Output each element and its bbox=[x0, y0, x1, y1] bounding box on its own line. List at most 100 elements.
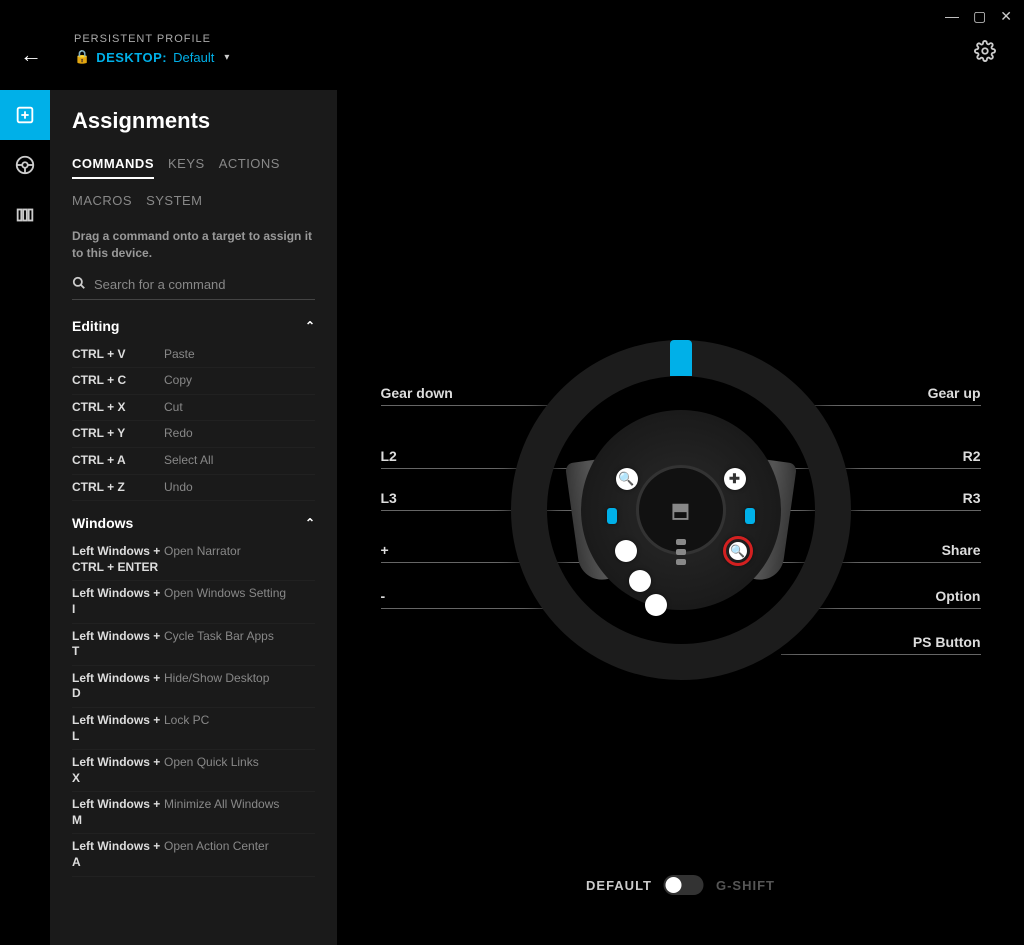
profile-selector[interactable]: 🔒 DESKTOP: Default ▾ bbox=[74, 49, 229, 65]
hotspot-left-zoom[interactable]: 🔍 bbox=[616, 468, 638, 490]
rail-wheel[interactable] bbox=[0, 140, 50, 190]
callout-option: Option bbox=[935, 588, 980, 604]
back-arrow-icon[interactable]: ← bbox=[20, 42, 42, 68]
instruction-text: Drag a command onto a target to assign i… bbox=[72, 228, 315, 262]
command-row[interactable]: CTRL + ASelect All bbox=[72, 448, 315, 475]
category-editing[interactable]: Editing ⌃ bbox=[72, 318, 315, 334]
center-buttons[interactable] bbox=[676, 539, 686, 565]
command-row[interactable]: CTRL + YRedo bbox=[72, 421, 315, 448]
chevron-down-icon: ▾ bbox=[224, 52, 229, 63]
command-key: CTRL + X bbox=[72, 400, 164, 416]
command-key: Left Windows + CTRL + ENTER bbox=[72, 544, 164, 575]
mode-toggle[interactable] bbox=[664, 875, 704, 895]
main-area: Gear downL2L3+- Gear upR2R3ShareOptionPS… bbox=[337, 90, 1024, 945]
command-label: Minimize All Windows bbox=[164, 797, 279, 813]
tab-system[interactable]: SYSTEM bbox=[146, 193, 202, 214]
chevron-up-icon: ⌃ bbox=[305, 319, 315, 333]
close-button[interactable]: ✕ bbox=[1000, 8, 1012, 25]
command-label: Open Narrator bbox=[164, 544, 241, 560]
command-row[interactable]: Left Windows + LLock PC bbox=[72, 708, 315, 750]
hotspot-l2[interactable] bbox=[607, 508, 617, 524]
hotspot-plus[interactable] bbox=[629, 570, 651, 592]
callout--: - bbox=[381, 588, 386, 604]
command-label: Paste bbox=[164, 347, 195, 363]
command-row[interactable]: CTRL + ZUndo bbox=[72, 475, 315, 502]
command-row[interactable]: Left Windows + CTRL + ENTEROpen Narrator bbox=[72, 539, 315, 581]
command-label: Cut bbox=[164, 400, 183, 416]
command-key: Left Windows + T bbox=[72, 629, 164, 660]
wheel-container: Gear downL2L3+- Gear upR2R3ShareOptionPS… bbox=[361, 290, 1001, 730]
profile-label: PERSISTENT PROFILE bbox=[74, 33, 229, 45]
window-controls: — ▢ ✕ bbox=[933, 0, 1024, 33]
search-row bbox=[72, 276, 315, 300]
callout-l3: L3 bbox=[381, 490, 397, 506]
left-icon-rail bbox=[0, 90, 50, 240]
settings-gear-icon[interactable] bbox=[974, 40, 996, 68]
command-row[interactable]: Left Windows + AOpen Action Center bbox=[72, 834, 315, 876]
command-row[interactable]: Left Windows + MMinimize All Windows bbox=[72, 792, 315, 834]
maximize-button[interactable]: ▢ bbox=[973, 8, 986, 25]
command-key: CTRL + V bbox=[72, 347, 164, 363]
profile-header: PERSISTENT PROFILE 🔒 DESKTOP: Default ▾ bbox=[74, 33, 229, 65]
category-windows-label: Windows bbox=[72, 515, 133, 531]
sidebar-title: Assignments bbox=[72, 108, 315, 134]
category-editing-label: Editing bbox=[72, 318, 119, 334]
tab-commands[interactable]: COMMANDS bbox=[72, 156, 154, 179]
command-key: Left Windows + X bbox=[72, 755, 164, 786]
sidebar: Assignments COMMANDS KEYS ACTIONS MACROS… bbox=[50, 90, 337, 945]
toggle-default-label: DEFAULT bbox=[586, 878, 652, 893]
tab-macros[interactable]: MACROS bbox=[72, 193, 132, 214]
hotspot-l3[interactable] bbox=[615, 540, 637, 562]
hotspot-right-dpad[interactable]: ✚ bbox=[724, 468, 746, 490]
rail-pedals[interactable] bbox=[0, 190, 50, 240]
command-label: Select All bbox=[164, 453, 213, 469]
command-row[interactable]: CTRL + CCopy bbox=[72, 368, 315, 395]
command-label: Undo bbox=[164, 480, 193, 496]
hotspot-r3-highlighted[interactable]: 🔍 bbox=[723, 536, 753, 566]
hotspot-r2[interactable] bbox=[745, 508, 755, 524]
command-key: CTRL + C bbox=[72, 373, 164, 389]
minimize-button[interactable]: — bbox=[945, 8, 959, 25]
command-label: Copy bbox=[164, 373, 192, 389]
callout-r2: R2 bbox=[963, 448, 981, 464]
command-key: Left Windows + A bbox=[72, 839, 164, 870]
command-row[interactable]: CTRL + VPaste bbox=[72, 342, 315, 369]
command-key: Left Windows + I bbox=[72, 586, 164, 617]
lock-icon: 🔒 bbox=[74, 49, 90, 65]
command-key: Left Windows + D bbox=[72, 671, 164, 702]
command-label: Open Quick Links bbox=[164, 755, 259, 771]
rail-assignments[interactable] bbox=[0, 90, 50, 140]
tab-actions[interactable]: ACTIONS bbox=[219, 156, 280, 179]
ps-logo-icon: ⬒ bbox=[671, 498, 690, 523]
editing-list: CTRL + VPasteCTRL + CCopyCTRL + XCutCTRL… bbox=[72, 342, 315, 502]
desktop-label: DESKTOP: bbox=[96, 50, 167, 65]
search-input[interactable] bbox=[94, 277, 315, 292]
command-label: Cycle Task Bar Apps bbox=[164, 629, 274, 645]
command-key: CTRL + Y bbox=[72, 426, 164, 442]
command-row[interactable]: Left Windows + TCycle Task Bar Apps bbox=[72, 624, 315, 666]
command-key: Left Windows + M bbox=[72, 797, 164, 828]
command-label: Open Action Center bbox=[164, 839, 269, 855]
command-row[interactable]: Left Windows + DHide/Show Desktop bbox=[72, 666, 315, 708]
command-row[interactable]: Left Windows + IOpen Windows Setting bbox=[72, 581, 315, 623]
command-key: Left Windows + L bbox=[72, 713, 164, 744]
command-label: Hide/Show Desktop bbox=[164, 671, 269, 687]
toggle-knob bbox=[666, 877, 682, 893]
mode-toggle-row: DEFAULT G-SHIFT bbox=[586, 875, 775, 895]
command-row[interactable]: Left Windows + XOpen Quick Links bbox=[72, 750, 315, 792]
tabs: COMMANDS KEYS ACTIONS MACROS SYSTEM bbox=[72, 156, 315, 214]
callout-gear-up: Gear up bbox=[928, 385, 981, 401]
toggle-gshift-label: G-SHIFT bbox=[716, 878, 775, 893]
steering-wheel: ⬒ 🔍 ✚ 🔍 bbox=[511, 340, 851, 680]
callout-gear-down: Gear down bbox=[381, 385, 453, 401]
chevron-up-icon: ⌃ bbox=[305, 516, 315, 530]
callout-share: Share bbox=[942, 542, 981, 558]
command-label: Lock PC bbox=[164, 713, 209, 729]
hotspot-minus[interactable] bbox=[645, 594, 667, 616]
command-row[interactable]: CTRL + XCut bbox=[72, 395, 315, 422]
command-key: CTRL + Z bbox=[72, 480, 164, 496]
callout-l2: L2 bbox=[381, 448, 397, 464]
category-windows[interactable]: Windows ⌃ bbox=[72, 515, 315, 531]
command-label: Redo bbox=[164, 426, 193, 442]
tab-keys[interactable]: KEYS bbox=[168, 156, 205, 179]
